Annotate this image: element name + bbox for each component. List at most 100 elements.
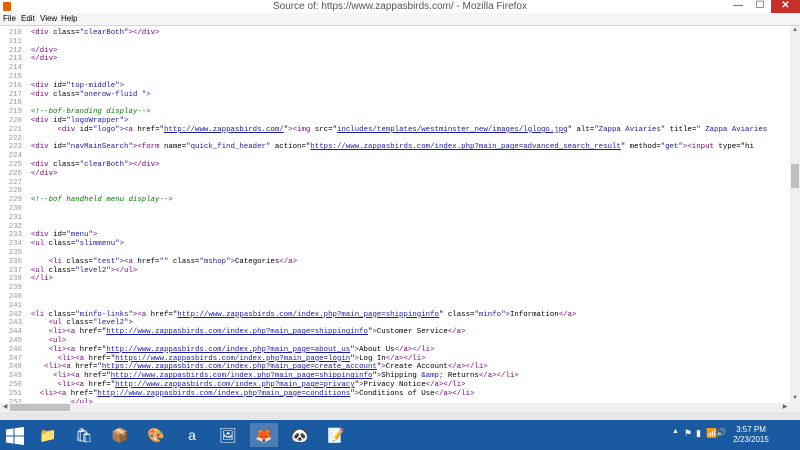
vertical-scrollbar[interactable]: ▲ ▼ xyxy=(790,26,800,403)
source-token: ><input xyxy=(682,143,719,152)
vertical-scroll-thumb[interactable] xyxy=(791,164,799,188)
line-gutter-space xyxy=(22,91,31,99)
maximize-button[interactable]: ☐ xyxy=(749,0,771,13)
box-app-icon-glyph: 📦 xyxy=(111,426,129,443)
source-token: </div> xyxy=(30,55,58,64)
paint-icon[interactable]: 🎨 xyxy=(142,423,170,447)
source-token: action=" xyxy=(270,143,311,152)
source-link[interactable]: http://www.zappasbirds.com/index.php?mai… xyxy=(111,372,373,380)
line-gutter-space xyxy=(22,328,31,336)
line-number: 214 xyxy=(8,64,22,73)
source-token: href=" xyxy=(84,372,111,381)
source-token: Conditions of Use xyxy=(359,389,435,398)
line-number: 217 xyxy=(8,90,22,99)
line-gutter-space xyxy=(22,205,31,213)
source-line: 218 xyxy=(0,99,31,108)
line-gutter-space xyxy=(22,38,31,46)
firefox-icon[interactable]: 🦊 xyxy=(250,423,278,447)
source-token: Customer Service xyxy=(376,328,448,337)
line-gutter-space xyxy=(22,179,31,187)
source-token: Log In xyxy=(359,354,386,363)
scroll-up-icon[interactable]: ▲ xyxy=(790,26,800,35)
notes-icon[interactable]: 📝 xyxy=(322,423,350,447)
action-center-flag-icon[interactable]: ⚑ xyxy=(684,428,692,439)
source-token: id= xyxy=(53,231,67,240)
store-icon-glyph: 🛍 xyxy=(75,426,93,443)
line-gutter-space xyxy=(22,346,31,354)
line-gutter-space xyxy=(22,293,31,301)
menu-file[interactable]: File xyxy=(3,13,16,25)
menu-help[interactable]: Help xyxy=(61,13,77,25)
source-link[interactable]: http://www.zappasbirds.com/index.php?mai… xyxy=(106,346,350,354)
source-token: Create Account xyxy=(385,363,448,372)
line-number: 249 xyxy=(8,372,22,381)
scroll-down-icon[interactable]: ▼ xyxy=(790,394,800,403)
source-link[interactable]: http://www.zappasbirds.com/ xyxy=(164,126,284,134)
source-line: 212 </div> xyxy=(0,47,58,56)
source-link[interactable]: http://www.zappasbirds.com/index.php?mai… xyxy=(106,328,368,336)
source-token: class= xyxy=(66,319,93,328)
title-bar: Source of: https://www.zappasbirds.com/ … xyxy=(0,0,800,13)
photo-editor-icon[interactable]: 🖼 xyxy=(214,423,242,447)
source-line: 232 xyxy=(0,223,31,232)
source-line: 247 <li><a href="https://www.zappasbirds… xyxy=(0,355,426,364)
source-token: Categories xyxy=(234,257,280,266)
scroll-left-icon[interactable]: ◀ xyxy=(0,403,10,412)
system-clock[interactable]: 3:57 PM 2/23/2015 xyxy=(724,425,778,445)
scroll-right-icon[interactable]: ▶ xyxy=(780,403,790,412)
line-gutter-space xyxy=(22,363,31,371)
line-number: 247 xyxy=(8,354,22,363)
minimize-button[interactable]: — xyxy=(727,0,749,13)
source-token: "logo" xyxy=(92,125,120,134)
source-token: "menu" xyxy=(66,231,93,240)
source-link[interactable]: https://www.zappasbirds.com/index.php?ma… xyxy=(310,143,620,151)
source-token: "top-middle" xyxy=(66,81,120,90)
horizontal-scrollbar[interactable]: ◀ ▶ xyxy=(0,403,790,412)
source-token: "clearBoth" xyxy=(79,29,129,37)
source-code-view[interactable]: 210 <div class="clearBoth"></div> 211 212… xyxy=(0,26,790,403)
line-number: 236 xyxy=(8,257,22,266)
source-token: "minfo-links" xyxy=(75,310,133,319)
menu-bar: File Edit View Help xyxy=(0,13,800,26)
close-button[interactable]: ✕ xyxy=(771,0,800,13)
source-line: 220 <div id="logoWrapper"> xyxy=(0,117,129,126)
panda-app-icon[interactable]: 🐼 xyxy=(286,423,314,447)
source-token: <ul> xyxy=(30,337,67,345)
source-token: <div xyxy=(30,231,54,240)
horizontal-scroll-thumb[interactable] xyxy=(10,404,70,411)
tray-chevron-icon[interactable]: ▲ xyxy=(672,428,679,435)
source-token: &amp; xyxy=(421,372,444,381)
source-link[interactable]: http://www.zappasbirds.com/index.php?mai… xyxy=(97,390,350,398)
source-link[interactable]: http://www.zappasbirds.com/index.php?mai… xyxy=(115,381,355,389)
file-explorer-icon[interactable]: 📁 xyxy=(34,423,62,447)
source-line: 217 <div class="onerow-fluid "> xyxy=(0,91,151,100)
windows-start-icon[interactable] xyxy=(6,427,24,445)
battery-icon[interactable]: ▮ xyxy=(696,428,701,439)
line-gutter-space xyxy=(22,302,31,310)
menu-view[interactable]: View xyxy=(40,13,57,25)
store-icon[interactable]: 🛍 xyxy=(70,423,98,447)
source-token: </a> xyxy=(558,310,577,319)
line-number: 226 xyxy=(8,169,22,178)
line-number: 235 xyxy=(8,249,22,257)
source-token: </a></li> xyxy=(425,381,466,389)
source-token: " method= xyxy=(620,143,661,152)
source-token: class= xyxy=(53,161,80,169)
line-gutter-space xyxy=(22,152,31,160)
source-token: id= xyxy=(53,117,67,125)
source-link[interactable]: https://www.zappasbirds.com/index.php?ma… xyxy=(102,363,377,371)
amazon-icon[interactable]: a xyxy=(178,423,206,447)
box-app-icon[interactable]: 📦 xyxy=(106,423,134,447)
source-link[interactable]: http://www.zappasbirds.com/index.php?mai… xyxy=(177,311,439,319)
source-link[interactable]: https://www.zappasbirds.com/index.php?ma… xyxy=(115,355,350,363)
source-token: "get" xyxy=(660,143,683,152)
line-number: 212 xyxy=(8,46,22,55)
source-token: > xyxy=(146,90,151,99)
source-line: 224 xyxy=(0,152,31,161)
line-gutter-space xyxy=(22,223,31,231)
source-token: "logoWrapper" xyxy=(66,117,125,125)
source-line: 248 <li><a href="https://www.zappasbirds… xyxy=(0,363,488,372)
source-link[interactable]: includes/templates/westminster_new/image… xyxy=(337,126,568,134)
source-token: <li><a xyxy=(30,381,89,389)
menu-edit[interactable]: Edit xyxy=(21,13,35,25)
